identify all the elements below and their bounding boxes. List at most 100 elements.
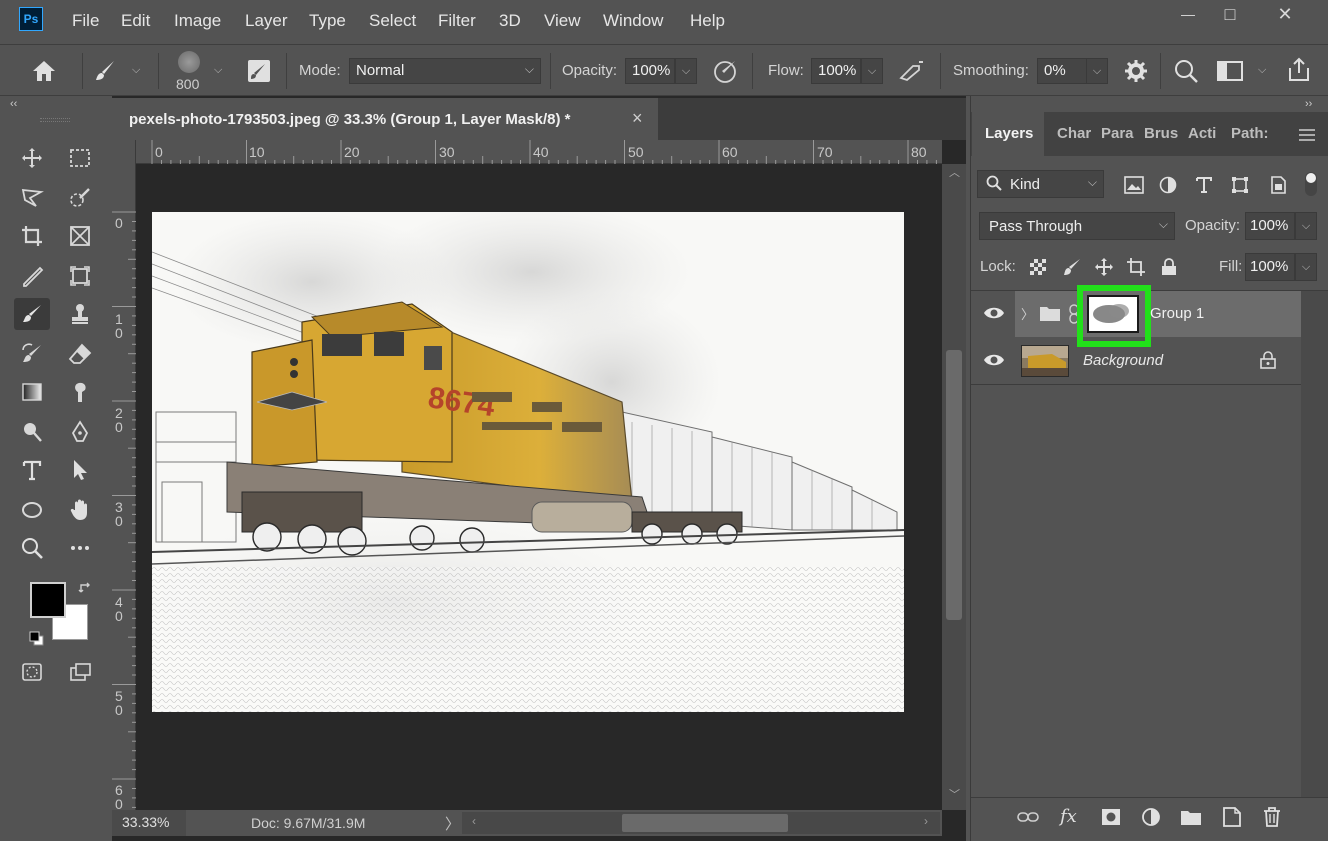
zoom-field[interactable]: 33.33% bbox=[112, 810, 186, 836]
smoothing-dropdown[interactable]: ⌵ bbox=[1086, 58, 1108, 84]
opacity-input[interactable]: 100% bbox=[625, 58, 675, 84]
scroll-right-icon[interactable]: › bbox=[924, 814, 928, 828]
share-icon[interactable] bbox=[1285, 56, 1313, 87]
lock-position-icon[interactable] bbox=[1093, 256, 1115, 278]
scroll-up-icon[interactable]: ︿ bbox=[949, 164, 960, 180]
add-mask-icon[interactable] bbox=[1100, 806, 1122, 828]
panel-menu-icon[interactable] bbox=[1299, 128, 1315, 144]
stamp-tool[interactable] bbox=[62, 298, 98, 330]
gradient-tool[interactable] bbox=[14, 376, 50, 408]
chevron-down-icon[interactable]: ⌵ bbox=[214, 64, 222, 77]
airbrush-icon[interactable] bbox=[897, 58, 927, 87]
quick-selection-tool[interactable] bbox=[62, 182, 98, 214]
scroll-left-icon[interactable]: ‹ bbox=[472, 814, 476, 828]
new-group-icon[interactable] bbox=[1180, 806, 1202, 828]
link-layers-icon[interactable] bbox=[1017, 806, 1039, 828]
blend-mode-select[interactable]: Pass Through ⌵ bbox=[979, 212, 1175, 240]
brush-tip-preview[interactable] bbox=[178, 51, 200, 73]
layers-scrollbar[interactable] bbox=[1301, 291, 1328, 797]
pressure-opacity-icon[interactable] bbox=[712, 57, 740, 88]
close-document-icon[interactable]: × bbox=[632, 108, 643, 129]
history-brush-tool[interactable] bbox=[14, 338, 50, 370]
eraser-tool[interactable] bbox=[62, 338, 98, 370]
trash-icon[interactable] bbox=[1261, 806, 1283, 828]
collapse-tools-button[interactable]: ‹‹ bbox=[10, 98, 17, 110]
lock-artboard-icon[interactable] bbox=[1125, 256, 1147, 278]
filter-adjustment-icon[interactable] bbox=[1157, 174, 1179, 196]
object-selection-tool[interactable] bbox=[62, 260, 98, 292]
workspace-icon[interactable] bbox=[1216, 59, 1244, 86]
menu-3d[interactable]: 3D bbox=[499, 11, 521, 31]
horizontal-scrollbar[interactable]: ‹ › bbox=[462, 812, 940, 834]
eyedropper-tool[interactable] bbox=[14, 260, 50, 292]
menu-select[interactable]: Select bbox=[369, 11, 416, 31]
menu-view[interactable]: View bbox=[544, 11, 581, 31]
fill-input[interactable]: 100% bbox=[1245, 253, 1295, 281]
marquee-tool[interactable] bbox=[62, 142, 98, 174]
menu-help[interactable]: Help bbox=[690, 11, 725, 31]
vertical-scroll-thumb[interactable] bbox=[946, 350, 962, 620]
horizontal-scroll-thumb[interactable] bbox=[622, 814, 788, 832]
path-selection-tool[interactable] bbox=[62, 454, 98, 486]
type-tool[interactable] bbox=[14, 454, 50, 486]
crop-tool[interactable] bbox=[14, 220, 50, 252]
opacity-dropdown[interactable]: ⌵ bbox=[675, 58, 697, 84]
lock-all-icon[interactable] bbox=[1158, 256, 1180, 278]
layer-row-group-1[interactable]: 〉 Group 1 bbox=[971, 285, 1301, 347]
layer-name[interactable]: Group 1 bbox=[1150, 305, 1204, 322]
swap-colors-icon[interactable] bbox=[78, 580, 94, 599]
menu-image[interactable]: Image bbox=[174, 11, 221, 31]
layer-row-background[interactable]: Background bbox=[971, 338, 1301, 384]
zoom-tool[interactable] bbox=[14, 532, 50, 564]
document-image[interactable]: 8674 bbox=[152, 212, 904, 712]
lock-transparent-icon[interactable] bbox=[1027, 256, 1049, 278]
document-tab[interactable]: pexels-photo-1793503.jpeg @ 33.3% (Group… bbox=[112, 98, 658, 140]
scroll-down-icon[interactable]: ﹀ bbox=[949, 786, 960, 802]
tab-brushes[interactable]: Brus bbox=[1144, 125, 1178, 142]
expand-group-icon[interactable]: 〉 bbox=[1021, 304, 1034, 323]
ellipse-tool[interactable] bbox=[14, 494, 50, 526]
filter-shape-icon[interactable] bbox=[1229, 174, 1251, 196]
filter-type-icon[interactable] bbox=[1193, 174, 1215, 196]
quick-mask-button[interactable] bbox=[14, 656, 50, 688]
pen-tool[interactable] bbox=[62, 416, 98, 448]
screen-mode-button[interactable] bbox=[62, 656, 98, 688]
panel-grip[interactable] bbox=[40, 118, 70, 122]
hand-tool[interactable] bbox=[62, 494, 98, 526]
flow-input[interactable]: 100% bbox=[811, 58, 861, 84]
brush-settings-icon[interactable] bbox=[246, 58, 272, 87]
status-menu-arrow[interactable]: 〉 bbox=[445, 813, 460, 834]
layer-style-fx-button[interactable]: fx bbox=[1060, 806, 1077, 827]
lock-pixels-icon[interactable] bbox=[1061, 256, 1083, 278]
lasso-tool[interactable] bbox=[14, 182, 50, 214]
frame-tool[interactable] bbox=[62, 220, 98, 252]
foreground-color-swatch[interactable] bbox=[30, 582, 66, 618]
search-icon[interactable] bbox=[1173, 58, 1199, 87]
filter-kind-select[interactable]: Kind ⌵ bbox=[977, 170, 1104, 198]
vertical-scrollbar[interactable]: ︿ ﹀ bbox=[942, 164, 966, 810]
close-button[interactable]: ✕ bbox=[1258, 0, 1312, 28]
visibility-eye-icon[interactable] bbox=[983, 305, 1007, 325]
menu-type[interactable]: Type bbox=[309, 11, 346, 31]
menu-layer[interactable]: Layer bbox=[245, 11, 288, 31]
tab-actions[interactable]: Acti bbox=[1188, 125, 1216, 142]
filter-toggle[interactable] bbox=[1305, 172, 1317, 196]
new-layer-icon[interactable] bbox=[1221, 806, 1243, 828]
brush-preset-icon[interactable] bbox=[92, 57, 120, 88]
brush-tool[interactable] bbox=[14, 298, 50, 330]
tab-layers-label[interactable]: Layers bbox=[985, 125, 1033, 142]
dodge-tool[interactable] bbox=[14, 416, 50, 448]
tab-paths[interactable]: Path: bbox=[1231, 125, 1269, 142]
layer-thumbnail[interactable] bbox=[1021, 345, 1069, 377]
chevron-down-icon[interactable]: ⌵ bbox=[1258, 64, 1266, 77]
menu-filter[interactable]: Filter bbox=[438, 11, 476, 31]
chevron-down-icon[interactable]: ⌵ bbox=[132, 64, 140, 77]
layer-opacity-input[interactable]: 100% bbox=[1245, 212, 1295, 240]
layer-opacity-dropdown[interactable]: ⌵ bbox=[1295, 212, 1317, 240]
move-tool[interactable] bbox=[14, 142, 50, 174]
menu-edit[interactable]: Edit bbox=[121, 11, 150, 31]
flow-dropdown[interactable]: ⌵ bbox=[861, 58, 883, 84]
menu-window[interactable]: Window bbox=[603, 11, 663, 31]
smoothing-input[interactable]: 0% bbox=[1037, 58, 1087, 84]
collapse-panels-button[interactable]: ›› bbox=[1305, 98, 1312, 110]
